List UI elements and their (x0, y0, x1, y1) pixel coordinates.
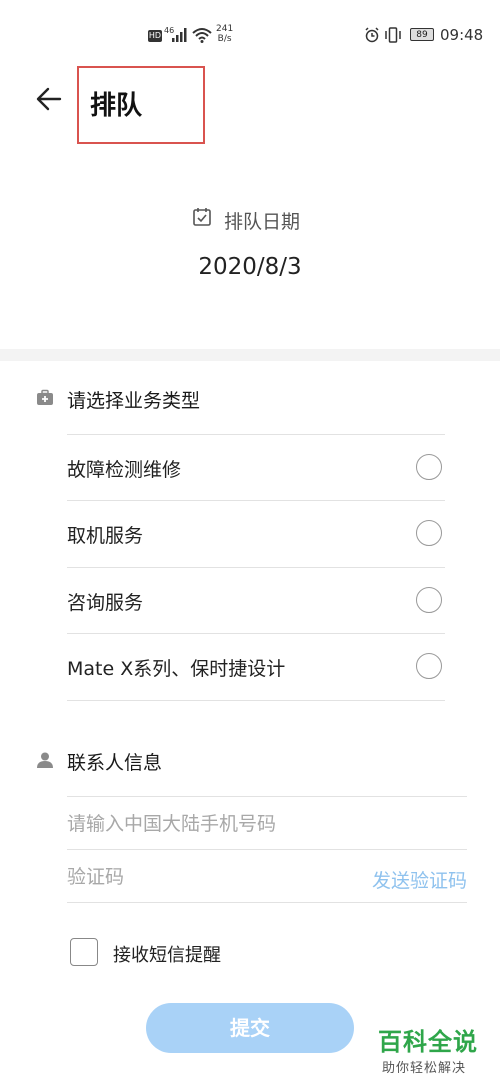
option-label: Mate X系列、保时捷设计 (67, 658, 286, 680)
submit-button[interactable]: 提交 (146, 1003, 354, 1053)
signal-icon (172, 28, 187, 42)
divider (67, 902, 467, 903)
back-arrow-icon[interactable] (34, 84, 64, 114)
battery-indicator: 89 (410, 28, 434, 41)
clock: 09:48 (440, 26, 484, 44)
option-label: 咨询服务 (67, 592, 144, 614)
divider (67, 700, 445, 701)
service-option-repair[interactable]: 故障检测维修 (67, 434, 445, 501)
code-row: 发送验证码 (67, 849, 467, 902)
radio-button[interactable] (416, 454, 442, 480)
date-value: 2020/8/3 (198, 254, 302, 280)
vibrate-icon (385, 27, 401, 43)
wifi-icon (192, 28, 212, 43)
phone-input[interactable] (67, 811, 347, 837)
watermark-subtitle: 助你轻松解决 (382, 1061, 467, 1076)
date-label: 排队日期 (224, 211, 301, 233)
option-label: 故障检测维修 (67, 459, 182, 481)
network-speed: 241 B/s (216, 24, 233, 44)
sms-reminder-label: 接收短信提醒 (113, 945, 221, 966)
status-bar: HD 46 241 B/s 89 09:48 (0, 0, 500, 64)
calendar-check-icon (193, 208, 211, 226)
service-case-icon (37, 389, 53, 405)
contact-info-title: 联系人信息 (67, 752, 163, 774)
speed-value: 241 (216, 24, 234, 34)
service-option-matex-porsche[interactable]: Mate X系列、保时捷设计 (67, 633, 445, 700)
radio-button[interactable] (416, 653, 442, 679)
page-title: 排队 (90, 91, 143, 121)
option-label: 取机服务 (67, 525, 144, 547)
speed-unit: B/s (217, 34, 232, 44)
watermark-logo-text: 百科全说 (378, 1028, 478, 1056)
send-code-button[interactable]: 发送验证码 (372, 866, 467, 893)
hd-badge: HD (148, 30, 162, 42)
service-option-consult[interactable]: 咨询服务 (67, 567, 445, 634)
phone-row (67, 796, 467, 849)
service-type-title: 请选择业务类型 (67, 390, 201, 412)
sms-reminder-checkbox[interactable] (70, 938, 98, 966)
verification-code-input[interactable] (67, 864, 267, 890)
radio-button[interactable] (416, 587, 442, 613)
section-divider (0, 349, 500, 361)
service-option-pickup[interactable]: 取机服务 (67, 500, 445, 567)
radio-button[interactable] (416, 520, 442, 546)
alarm-icon (365, 27, 379, 43)
person-icon (37, 752, 53, 768)
